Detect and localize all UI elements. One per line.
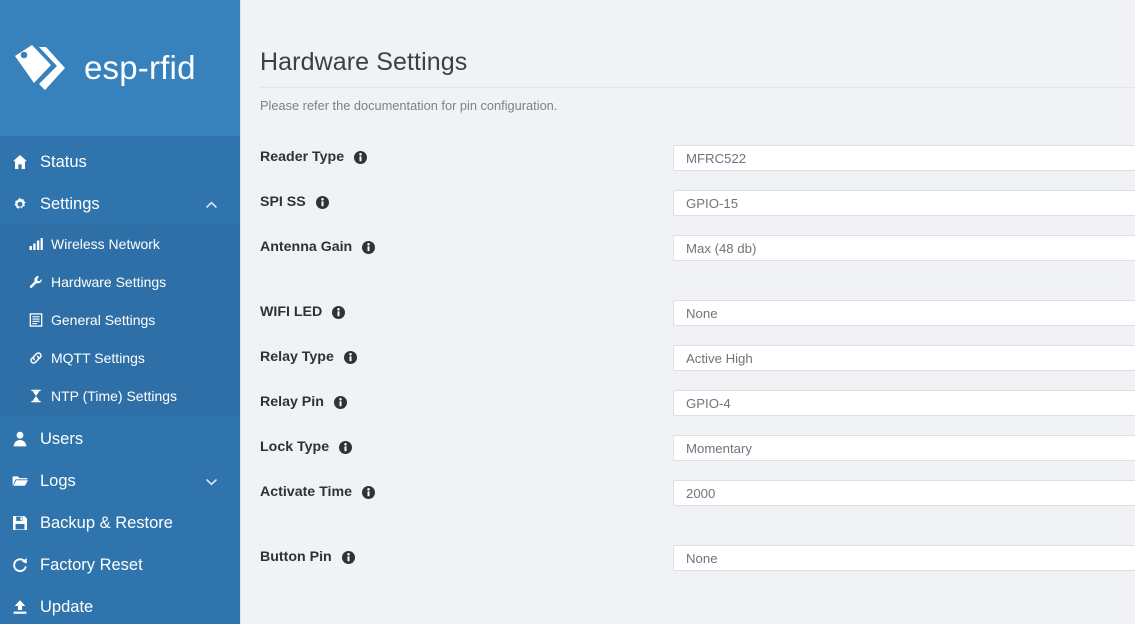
sidebar-item-hardware-settings[interactable]: Hardware Settings <box>0 263 240 301</box>
refresh-icon <box>6 557 34 573</box>
field-label-text: Relay Pin <box>260 394 324 410</box>
sidebar-item-mqtt-settings[interactable]: MQTT Settings <box>0 339 240 377</box>
gear-icon <box>6 196 34 212</box>
signal-bars-icon <box>24 237 48 251</box>
wrench-icon <box>24 275 48 289</box>
hourglass-icon <box>24 389 48 403</box>
save-icon <box>6 515 34 531</box>
field-input[interactable]: 2000 <box>673 480 1135 506</box>
field-label: Antenna Gain <box>260 235 376 259</box>
form-row: Relay Type Active High <box>241 345 1135 390</box>
field-label-text: Reader Type <box>260 149 345 165</box>
field-label-text: Activate Time <box>260 484 352 500</box>
field-label: Relay Type <box>260 345 357 369</box>
list-icon <box>24 313 48 327</box>
sidebar-label-ntp-settings: NTP (Time) Settings <box>51 388 178 404</box>
page-title: Hardware Settings <box>260 48 468 76</box>
user-icon <box>6 431 34 447</box>
sidebar-label-factory-reset: Factory Reset <box>40 555 143 574</box>
folder-icon <box>6 473 34 489</box>
home-icon <box>6 154 34 170</box>
sidebar-label-logs: Logs <box>40 471 76 490</box>
sidebar-label-settings: Settings <box>40 194 100 213</box>
field-label-text: Antenna Gain <box>260 239 353 255</box>
sidebar-item-status[interactable]: Status <box>0 141 240 183</box>
page-subtitle: Please refer the documentation for pin c… <box>260 98 558 113</box>
tag-icon <box>10 42 72 94</box>
sidebar-item-general-settings[interactable]: General Settings <box>0 301 240 339</box>
field-input[interactable]: None <box>673 300 1135 326</box>
form-row: Button Pin None <box>241 545 1135 590</box>
field-input[interactable]: Active High <box>673 345 1135 371</box>
form-row: Antenna Gain Max (48 db) <box>241 235 1135 280</box>
sidebar-item-backup-restore[interactable]: Backup & Restore <box>0 502 240 544</box>
title-divider <box>260 87 1135 88</box>
info-icon[interactable] <box>315 195 329 209</box>
form-row: Reader Type MFRC522 <box>241 145 1135 190</box>
field-label: WIFI LED <box>260 300 346 324</box>
link-icon <box>24 351 48 365</box>
sidebar: esp-rfid Status Settings Wireless Networ… <box>0 0 240 624</box>
field-input[interactable]: GPIO-4 <box>673 390 1135 416</box>
sidebar-item-logs[interactable]: Logs <box>0 460 240 502</box>
field-input[interactable]: None <box>673 545 1135 571</box>
field-label-text: Lock Type <box>260 439 330 455</box>
field-label: SPI SS <box>260 190 329 214</box>
sidebar-label-status: Status <box>40 152 87 171</box>
info-icon[interactable] <box>362 240 376 254</box>
brand-name: esp-rfid <box>84 49 196 86</box>
field-label-text: SPI SS <box>260 194 306 210</box>
info-icon[interactable] <box>332 305 346 319</box>
sidebar-label-mqtt-settings: MQTT Settings <box>51 350 145 366</box>
form-row: Lock Type Momentary <box>241 435 1135 480</box>
info-icon[interactable] <box>333 395 347 409</box>
field-label: Relay Pin <box>260 390 347 414</box>
app-root: esp-rfid Status Settings Wireless Networ… <box>0 0 1135 624</box>
field-label-text: WIFI LED <box>260 304 323 320</box>
sidebar-label-users: Users <box>40 429 84 448</box>
chevron-up-icon[interactable] <box>205 198 218 211</box>
upload-icon <box>6 599 34 615</box>
field-label-text: Button Pin <box>260 549 332 565</box>
field-label: Activate Time <box>260 480 375 504</box>
brand-header[interactable]: esp-rfid <box>0 0 240 136</box>
form-row: Relay Pin GPIO-4 <box>241 390 1135 435</box>
chevron-down-icon[interactable] <box>205 475 218 488</box>
info-icon[interactable] <box>341 550 355 564</box>
info-icon[interactable] <box>339 440 353 454</box>
field-input[interactable]: GPIO-15 <box>673 190 1135 216</box>
sidebar-label-update: Update <box>40 597 94 616</box>
sidebar-label-hardware-settings: Hardware Settings <box>51 274 167 290</box>
info-icon[interactable] <box>362 485 375 499</box>
sidebar-label-general-settings: General Settings <box>51 312 156 328</box>
sidebar-label-wireless-network: Wireless Network <box>51 236 160 252</box>
field-label: Lock Type <box>260 435 353 459</box>
sidebar-label-backup-restore: Backup & Restore <box>40 513 173 532</box>
settings-submenu: Wireless Network Hardware Settings Gener… <box>0 225 240 415</box>
info-icon[interactable] <box>343 350 357 364</box>
field-label: Reader Type <box>260 145 368 169</box>
form-row: Activate Time 2000 <box>241 480 1135 525</box>
info-icon[interactable] <box>354 150 368 164</box>
sidebar-item-wireless-network[interactable]: Wireless Network <box>0 225 240 263</box>
field-input[interactable]: Momentary <box>673 435 1135 461</box>
field-label: Button Pin <box>260 545 355 569</box>
sidebar-item-factory-reset[interactable]: Factory Reset <box>0 544 240 586</box>
field-label-text: Relay Type <box>260 349 334 365</box>
field-input[interactable]: Max (48 db) <box>673 235 1135 261</box>
sidebar-item-users[interactable]: Users <box>0 418 240 460</box>
sidebar-item-settings[interactable]: Settings <box>0 183 240 225</box>
form-row: WIFI LED None <box>241 300 1135 345</box>
main-content: Hardware Settings Please refer the docum… <box>240 0 1135 624</box>
sidebar-nav: Status Settings Wireless Network Hardwar… <box>0 141 240 624</box>
sidebar-item-ntp-settings[interactable]: NTP (Time) Settings <box>0 377 240 415</box>
field-input[interactable]: MFRC522 <box>673 145 1135 171</box>
sidebar-item-update[interactable]: Update <box>0 586 240 624</box>
form-row: SPI SS GPIO-15 <box>241 190 1135 235</box>
